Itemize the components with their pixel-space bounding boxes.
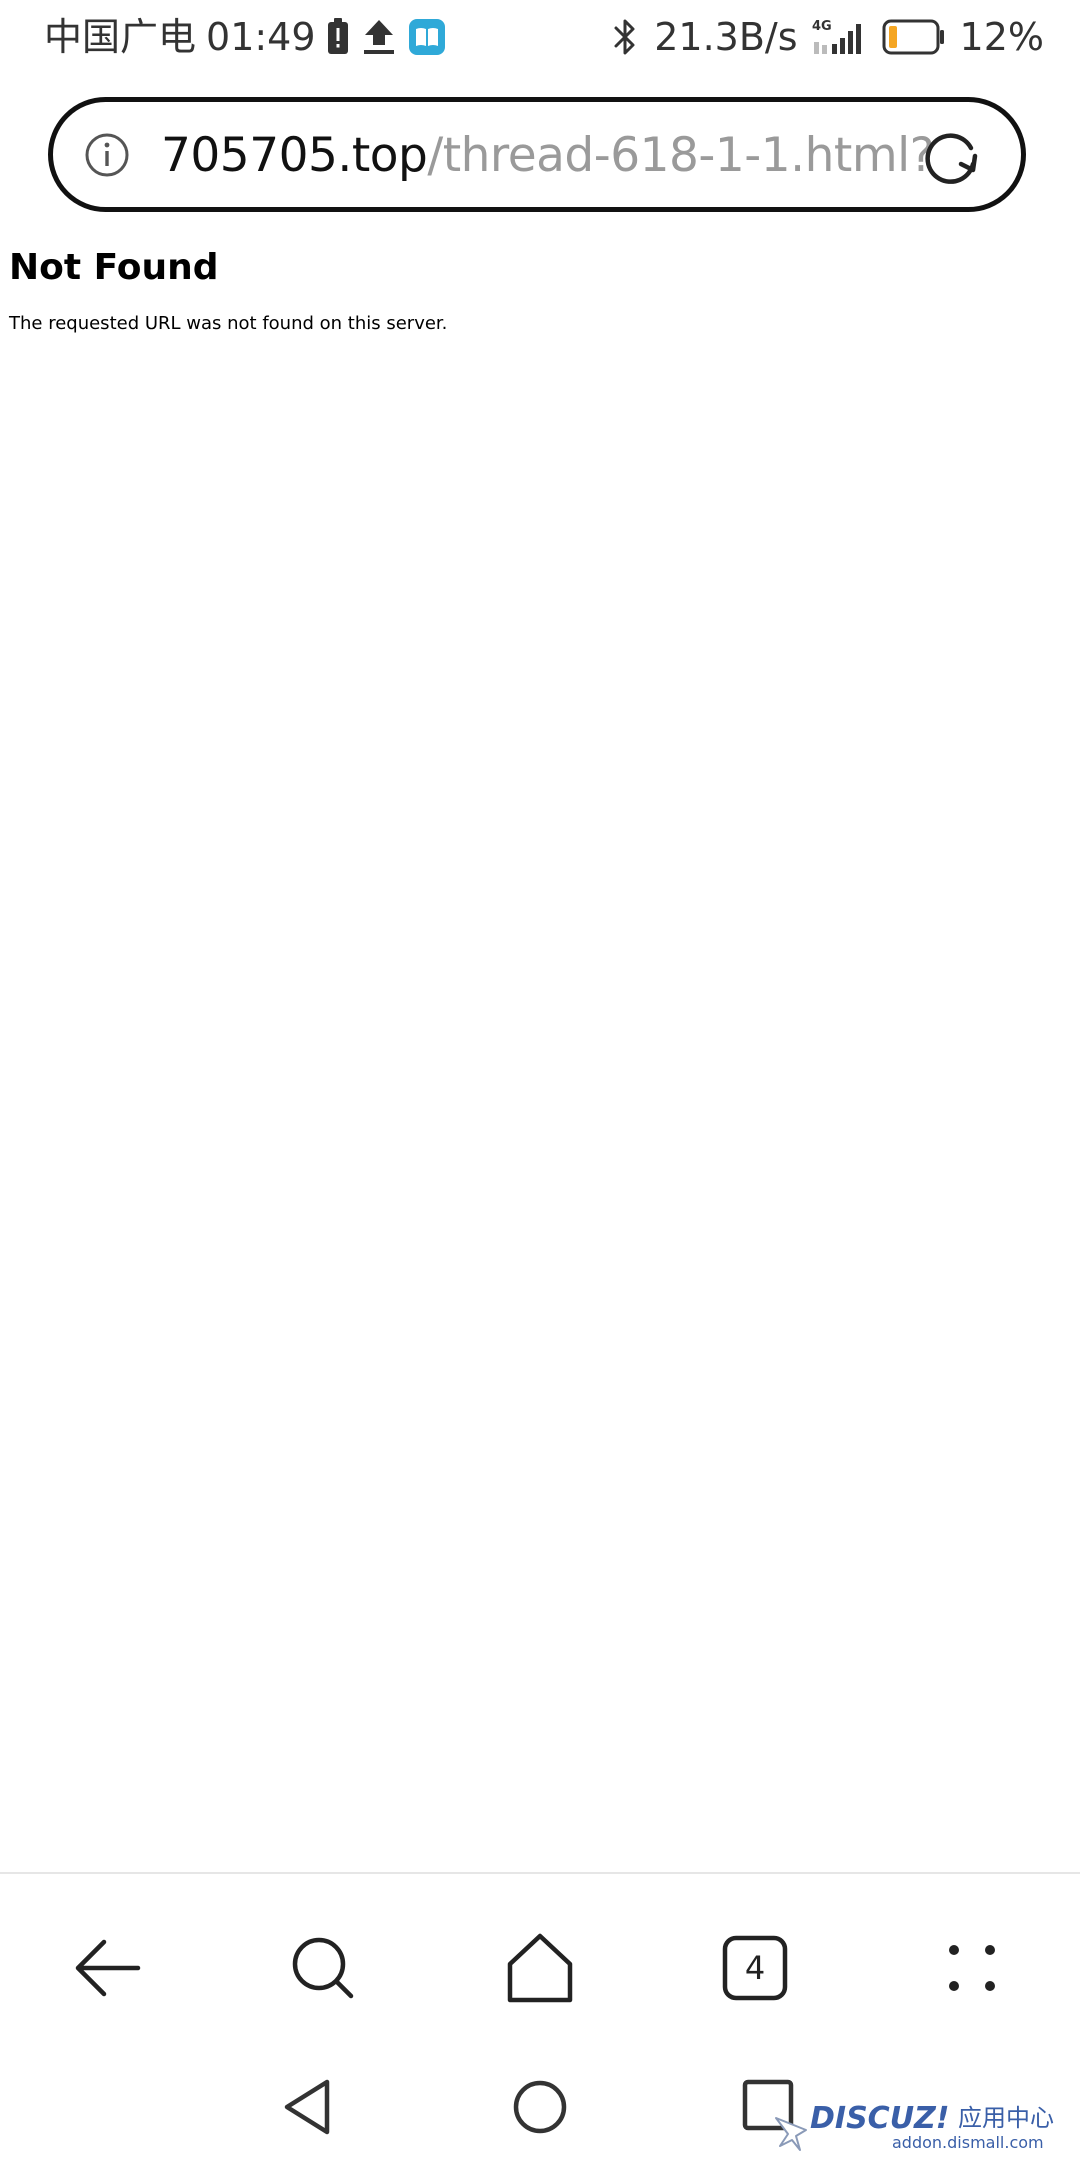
nav-home-button[interactable] xyxy=(505,2072,575,2142)
nav-back-icon xyxy=(284,2079,330,2135)
reload-icon[interactable] xyxy=(921,126,983,188)
home-button[interactable] xyxy=(500,1928,580,2008)
watermark-url: addon.dismall.com xyxy=(892,2133,1044,2152)
network-type-label: 4G xyxy=(812,19,832,34)
url-path: /thread-618-1-1.html? xyxy=(427,128,935,183)
home-icon xyxy=(507,1933,573,2003)
menu-button[interactable] xyxy=(932,1928,1012,2008)
info-icon[interactable] xyxy=(83,131,131,179)
watermark-brand: DISCUZ! xyxy=(810,2101,949,2136)
upload-icon xyxy=(360,17,398,57)
bluetooth-icon xyxy=(610,16,640,58)
url-text[interactable]: 705705.top/thread-618-1-1.html? xyxy=(161,124,943,188)
carrier-name: 中国广电 xyxy=(44,15,197,59)
clock-time: 01:49 xyxy=(206,15,316,59)
battery-icon xyxy=(882,17,946,57)
cursor-arrow-icon xyxy=(775,2117,807,2151)
menu-icon xyxy=(949,1945,995,1991)
nav-home-icon xyxy=(513,2080,567,2134)
status-left: 中国广电 01:49 xyxy=(44,12,446,62)
book-app-icon xyxy=(408,18,446,56)
watermark-subtitle: 应用中心 xyxy=(958,2104,1054,2132)
battery-alert-icon xyxy=(326,17,350,57)
url-domain: 705705.top xyxy=(161,128,428,183)
status-bar: 中国广电 01:49 21.3B/s 4G 12% xyxy=(0,0,1080,76)
back-icon xyxy=(75,1939,141,1997)
search-icon xyxy=(292,1937,354,1999)
page-title: Not Found xyxy=(9,247,219,288)
status-right: 21.3B/s 4G 12% xyxy=(610,12,1044,62)
back-button[interactable] xyxy=(68,1928,148,2008)
signal-icon: 4G xyxy=(812,16,868,58)
address-bar[interactable]: 705705.top/thread-618-1-1.html? xyxy=(48,97,1026,212)
browser-toolbar: 4 xyxy=(0,1872,1080,2044)
page-message: The requested URL was not found on this … xyxy=(9,313,448,334)
tabs-button[interactable]: 4 xyxy=(715,1928,795,2008)
nav-back-button[interactable] xyxy=(273,2072,343,2142)
phone-screen: 中国广电 01:49 21.3B/s 4G 12% 705705.top/thr… xyxy=(0,0,1080,2160)
watermark: DISCUZ! 应用中心 addon.dismall.com xyxy=(766,2090,1066,2154)
network-speed: 21.3B/s xyxy=(654,15,798,59)
search-button[interactable] xyxy=(283,1928,363,2008)
battery-percent: 12% xyxy=(959,15,1044,59)
tab-count: 4 xyxy=(744,1949,766,1987)
